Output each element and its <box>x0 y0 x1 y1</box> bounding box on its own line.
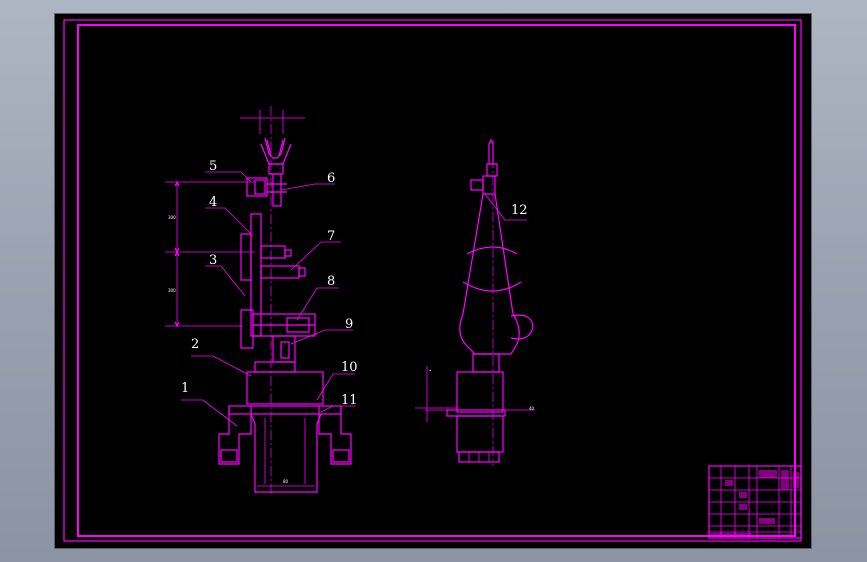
callout-11: 11 <box>341 393 358 408</box>
callout-4: 4 <box>209 195 217 210</box>
tapered-arm <box>459 193 520 355</box>
callout-6: 6 <box>327 171 335 186</box>
svg-text:80: 80 <box>283 479 289 484</box>
engineering-drawing: 80 300 300 • 40 5 6 4 7 3 8 9 2 10 1 11 … <box>63 19 802 542</box>
cad-viewport[interactable]: 80 300 300 • 40 5 6 4 7 3 8 9 2 10 1 11 … <box>55 14 811 548</box>
callout-10: 10 <box>341 360 358 375</box>
svg-text:40: 40 <box>529 406 535 411</box>
front-view: 80 300 300 <box>165 106 352 494</box>
callout-9: 9 <box>345 317 353 332</box>
base-collar <box>254 361 296 373</box>
callout-7: 7 <box>327 229 335 244</box>
title-block <box>708 465 802 539</box>
callout-12: 12 <box>511 203 528 218</box>
side-view: • 40 <box>415 138 535 466</box>
base-body <box>246 371 324 405</box>
gripper-fingers <box>264 137 286 159</box>
callouts: 5 6 4 7 3 8 9 2 10 1 11 12 <box>181 159 528 408</box>
front-leaders <box>181 171 355 427</box>
callout-3: 3 <box>209 253 217 268</box>
side-base <box>456 371 504 413</box>
inner-border <box>77 24 796 537</box>
callout-8: 8 <box>327 274 335 289</box>
svg-text:300: 300 <box>168 215 176 220</box>
callout-2: 2 <box>191 337 199 352</box>
outer-border <box>63 19 802 542</box>
svg-text:•: • <box>429 368 431 373</box>
callout-1: 1 <box>181 381 189 396</box>
callout-5: 5 <box>209 159 217 174</box>
svg-text:300: 300 <box>168 288 176 293</box>
